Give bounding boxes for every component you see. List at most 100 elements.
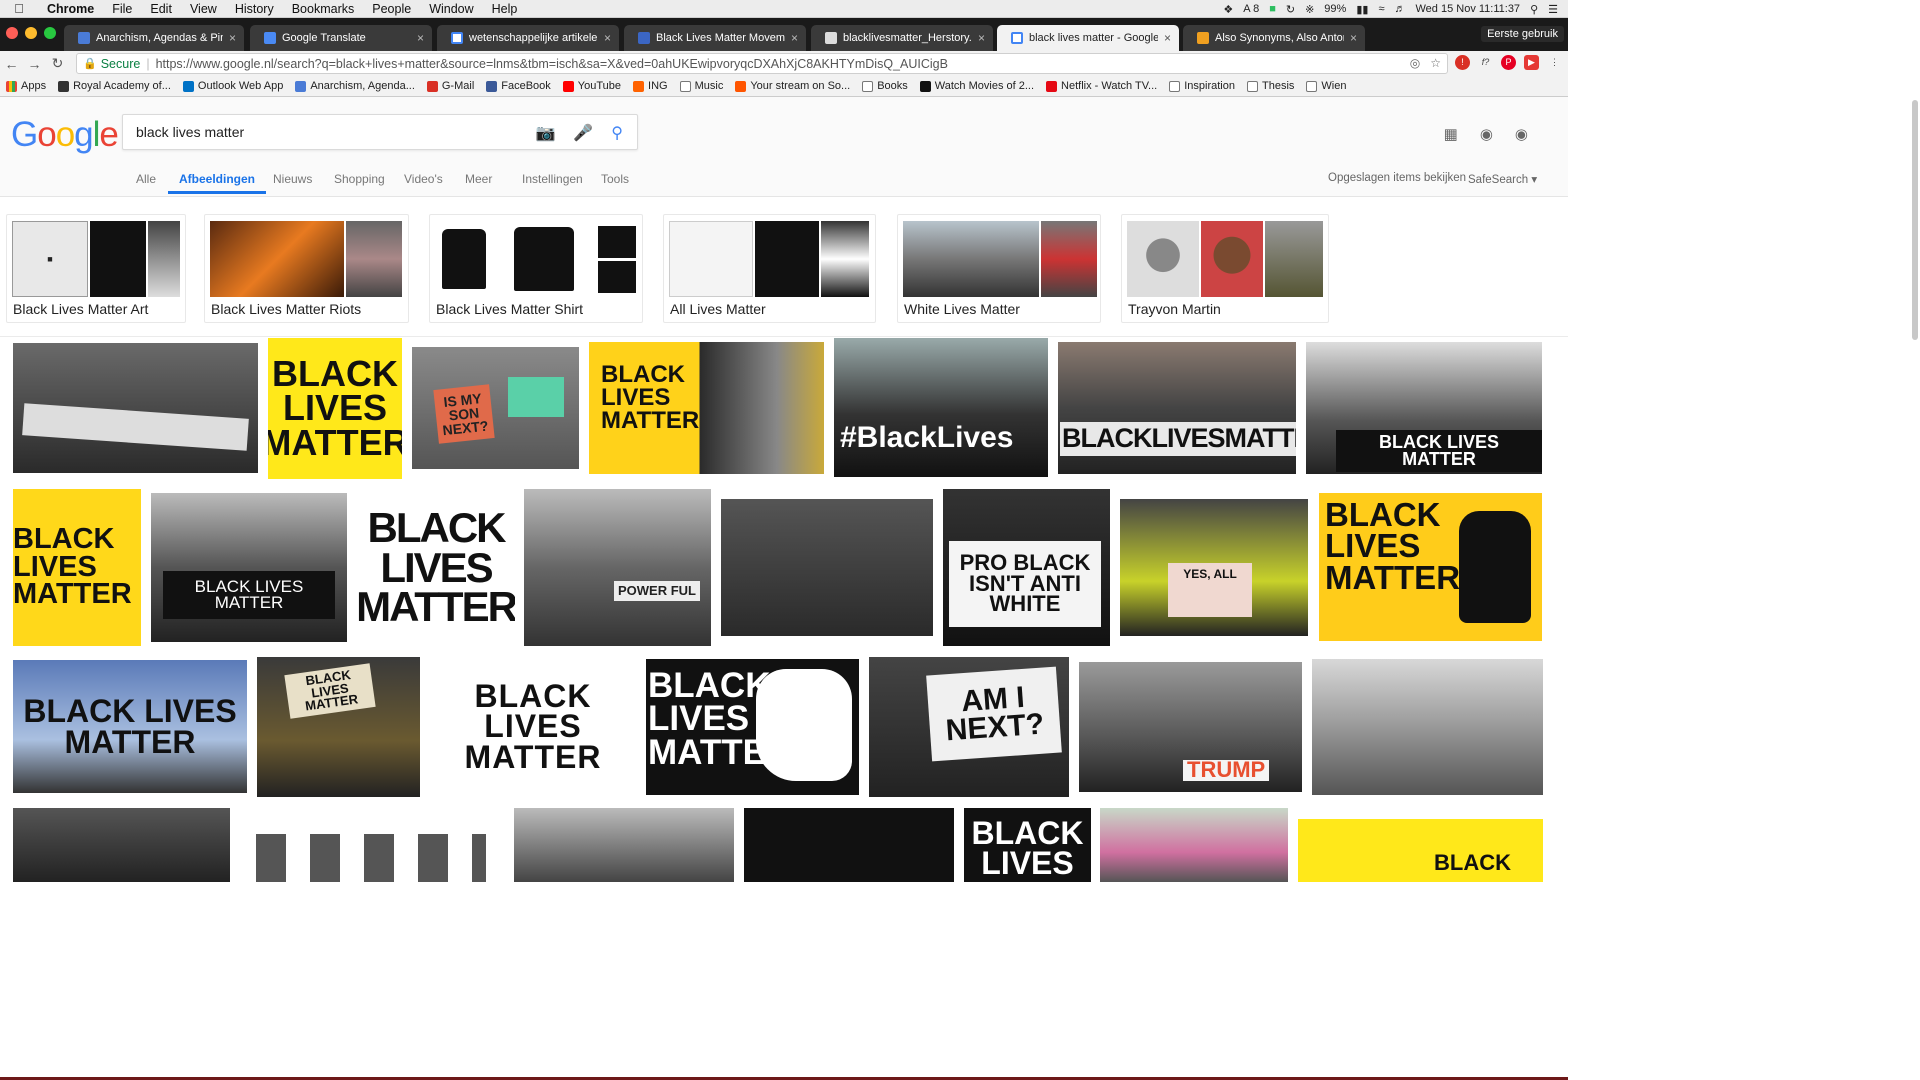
bookmark-watch-movies[interactable]: Watch Movies of 2... [919, 80, 1034, 92]
lock-icon[interactable]: 🔒 [83, 57, 97, 70]
apple-icon[interactable]:  [0, 1, 38, 16]
location-icon[interactable]: ◎ [1410, 56, 1420, 70]
image-result[interactable]: AM I NEXT? [869, 657, 1069, 797]
image-result[interactable]: YES, ALL [1120, 499, 1308, 636]
reload-icon[interactable]: ↻ [46, 55, 69, 72]
avatar[interactable]: ◉ [1515, 125, 1528, 143]
adblock-icon[interactable]: ! [1455, 55, 1470, 70]
image-result[interactable]: BLACK LIVES MATTER [13, 660, 247, 793]
menu-edit[interactable]: Edit [141, 2, 181, 16]
menu-app-name[interactable]: Chrome [38, 2, 103, 16]
bookmark-youtube[interactable]: YouTube [562, 80, 621, 92]
bookmark-anarchism[interactable]: Anarchism, Agenda... [295, 80, 415, 92]
related-chip-white-lives[interactable]: White Lives Matter [897, 214, 1101, 323]
timemachine-icon[interactable]: ↻ [1286, 3, 1295, 16]
bookmark-books[interactable]: Books [862, 80, 908, 92]
tab-close-icon[interactable]: × [791, 31, 798, 45]
menu-window[interactable]: Window [420, 2, 482, 16]
tab-close-icon[interactable]: × [417, 31, 424, 45]
menu-history[interactable]: History [226, 2, 283, 16]
pinterest-icon[interactable]: P [1501, 55, 1516, 70]
tab-close-icon[interactable]: × [978, 31, 985, 45]
image-result[interactable] [1312, 659, 1543, 795]
tab-nieuws[interactable]: Nieuws [273, 172, 312, 186]
tab-wetenschappelijke[interactable]: wetenschappelijke artikelen × [437, 25, 619, 51]
image-result[interactable]: BLACK LIVES MATTER [430, 662, 636, 791]
image-result[interactable]: BLACK LIVES MATTER [1306, 342, 1542, 474]
bookmark-soundcloud[interactable]: Your stream on So... [735, 80, 850, 92]
safesearch-dropdown[interactable]: SafeSearch ▾ [1468, 172, 1537, 186]
tab-google-translate[interactable]: Google Translate × [250, 25, 432, 51]
related-chip-art[interactable]: ■ Black Lives Matter Art [6, 214, 186, 323]
image-result[interactable]: BLACK LIVES [964, 808, 1091, 882]
tab-instellingen[interactable]: Instellingen [522, 172, 583, 186]
bookmark-apps[interactable]: Apps [6, 80, 46, 92]
battery-icon[interactable]: ▮▮ [1356, 3, 1368, 16]
spotlight-icon[interactable]: ⚲ [1530, 3, 1538, 16]
bookmark-facebook[interactable]: FaceBook [486, 80, 551, 92]
menu-people[interactable]: People [363, 2, 420, 16]
tab-videos[interactable]: Video's [404, 172, 443, 186]
menu-help[interactable]: Help [483, 2, 527, 16]
bookmark-wien[interactable]: Wien [1306, 80, 1346, 92]
apps-grid-icon[interactable]: ▦ [1444, 125, 1458, 143]
image-result[interactable]: TRUMP [1079, 662, 1302, 792]
image-result[interactable] [13, 343, 258, 473]
menu-file[interactable]: File [103, 2, 141, 16]
menu-bookmarks[interactable]: Bookmarks [283, 2, 364, 16]
page-scrollbar[interactable] [1912, 100, 1918, 340]
image-result[interactable]: BLACK LIVES MATTER [646, 659, 859, 795]
tab-afbeeldingen[interactable]: Afbeeldingen [167, 172, 267, 194]
search-input[interactable] [136, 124, 516, 140]
search-icon[interactable]: ⚲ [611, 123, 623, 143]
image-result[interactable]: PRO BLACK ISN'T ANTI WHITE [943, 489, 1110, 646]
dropbox-icon[interactable]: ❖ [1223, 3, 1233, 16]
tab-herstory-pdf[interactable]: blacklivesmatter_Herstory.pdf × [811, 25, 993, 51]
tab-close-icon[interactable]: × [1350, 31, 1357, 45]
search-box[interactable]: 📷 🎤 ⚲ [122, 114, 638, 150]
video-ext-icon[interactable]: ▶ [1524, 55, 1539, 70]
related-chip-all-lives[interactable]: All Lives Matter [663, 214, 876, 323]
back-icon[interactable]: ← [0, 56, 23, 72]
image-result[interactable]: #BlackLives [834, 338, 1048, 477]
forward-icon[interactable]: → [23, 56, 46, 72]
image-result[interactable] [744, 808, 954, 882]
image-result[interactable] [240, 828, 504, 882]
image-result[interactable] [514, 808, 734, 882]
evernote-icon[interactable]: ■ [1269, 3, 1276, 15]
clock-text[interactable]: Wed 15 Nov 11:11:37 [1415, 3, 1520, 15]
tab-google-search[interactable]: black lives matter - Google zo × [997, 25, 1179, 51]
zoom-window-icon[interactable] [44, 27, 56, 39]
tab-blm-movement[interactable]: Black Lives Matter Movement × [624, 25, 806, 51]
tab-close-icon[interactable]: × [229, 31, 236, 45]
tab-anarchism[interactable]: Anarchism, Agendas & Pin B × [64, 25, 244, 51]
google-logo[interactable]: Google [11, 115, 119, 155]
notifications-icon[interactable]: ◉ [1480, 125, 1493, 143]
tab-tools[interactable]: Tools [601, 172, 629, 186]
related-chip-riots[interactable]: Black Lives Matter Riots [204, 214, 409, 323]
image-result[interactable]: IS MY SON NEXT? [412, 347, 579, 469]
bookmark-inspiration[interactable]: Inspiration [1169, 80, 1235, 92]
tab-also-synonyms[interactable]: Also Synonyms, Also Antonym × [1183, 25, 1365, 51]
close-window-icon[interactable] [6, 27, 18, 39]
image-result[interactable]: POWER FUL [524, 489, 711, 646]
chrome-menu-icon[interactable]: ⋮ [1547, 55, 1562, 70]
formula-icon[interactable]: f? [1478, 55, 1493, 70]
saved-items-link[interactable]: Opgeslagen items bekijken [1328, 172, 1466, 184]
related-chip-shirt[interactable]: Black Lives Matter Shirt [429, 214, 643, 323]
bookmark-netflix[interactable]: Netflix - Watch TV... [1046, 80, 1157, 92]
bookmark-royal-academy[interactable]: Royal Academy of... [58, 80, 171, 92]
image-result[interactable] [1100, 808, 1288, 882]
image-result[interactable]: BLACK LIVES MATTER [357, 490, 515, 645]
image-result[interactable]: BLACK LIVES MATTER [151, 493, 347, 642]
bookmark-outlook[interactable]: Outlook Web App [182, 80, 283, 92]
microphone-icon[interactable]: 🎤 [573, 123, 593, 143]
image-result[interactable] [721, 499, 933, 636]
tab-alle[interactable]: Alle [136, 172, 156, 186]
tab-meer[interactable]: Meer [465, 172, 492, 186]
bookmark-ing[interactable]: ING [633, 80, 668, 92]
address-bar[interactable]: 🔒 Secure | https://www.google.nl/search?… [76, 53, 1448, 74]
wifi-icon[interactable]: ≈ [1378, 3, 1384, 15]
image-result[interactable] [13, 808, 230, 882]
bookmark-star-icon[interactable]: ☆ [1430, 56, 1441, 70]
